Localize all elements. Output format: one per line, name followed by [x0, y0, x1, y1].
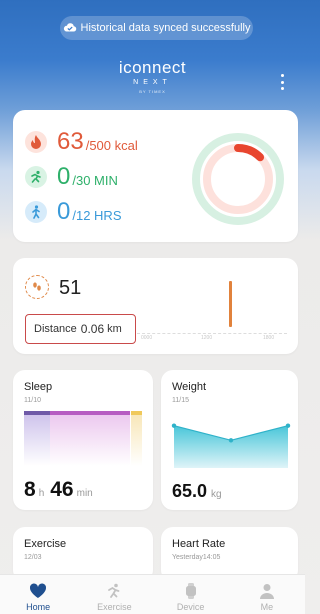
sleep-minutes-unit: min [76, 488, 93, 499]
steps-axis-tick: 0000 [141, 335, 153, 341]
steps-bar [229, 281, 232, 327]
weight-reading: 65.0 kg [172, 481, 222, 502]
weight-title: Weight [172, 381, 207, 393]
distance-value: 0.06 [80, 322, 105, 336]
sleep-card[interactable]: Sleep 11/10 8 h 46 min [13, 370, 153, 510]
sync-status-toast: Historical data synced successfully [60, 16, 253, 40]
sleep-duration: 8 h 46 min [24, 478, 99, 502]
sleep-title: Sleep [24, 381, 53, 393]
distance-unit: km [107, 323, 122, 335]
app-logo: iconnect NEXT BY TIMEX [0, 58, 305, 94]
weight-card[interactable]: Weight 11/15 65.0 kg [161, 370, 298, 510]
person-icon [257, 582, 277, 600]
cloud-check-icon [63, 23, 76, 32]
steps-value: 51 [59, 277, 82, 299]
sleep-minutes: 46 [50, 478, 74, 501]
steps-axis-tick: 1800 [263, 335, 275, 341]
logo-by: BY TIMEX [139, 89, 166, 94]
tab-device-label: Device [176, 602, 205, 612]
weight-trend-chart [171, 423, 291, 468]
weight-unit: kg [211, 489, 222, 500]
heart-rate-title: Heart Rate [172, 538, 226, 550]
walking-icon [25, 201, 47, 223]
tab-home-label: Home [26, 602, 51, 612]
exercise-metric: 0 /30 MIN [25, 165, 118, 189]
weight-point [285, 423, 291, 428]
steps-card[interactable]: 51 0000 1200 1800 Distance 0.06 km [13, 258, 298, 354]
hours-goal: /12 HRS [72, 207, 122, 223]
calories-value: 63 [57, 128, 84, 155]
weight-date: 11/15 [172, 397, 189, 404]
calories-goal: /500 kcal [85, 137, 138, 153]
steps-chart-baseline [137, 333, 287, 334]
weight-value: 65.0 [172, 481, 208, 501]
logo-name: iconnect [118, 58, 187, 77]
activity-rings [192, 133, 284, 225]
steps-axis-tick: 1200 [201, 335, 213, 341]
runner-icon [104, 582, 124, 600]
tab-exercise-label: Exercise [97, 602, 132, 612]
flame-icon [25, 131, 47, 153]
sync-status-text: Historical data synced successfully [80, 22, 251, 34]
tab-device[interactable]: Device [153, 575, 229, 614]
calories-ring-arc [234, 144, 265, 162]
calories-metric: 63 /500 kcal [25, 130, 138, 154]
sleep-hours: 8 [24, 478, 36, 501]
watch-icon [181, 582, 201, 600]
weight-point [171, 423, 177, 428]
exercise-value: 0 [57, 163, 71, 190]
logo-sub: NEXT [133, 79, 172, 86]
distance-box: Distance 0.06 km [25, 314, 136, 344]
activity-card[interactable]: 63 /500 kcal 0 /30 MIN 0 /12 HRS [13, 110, 298, 242]
tab-home[interactable]: Home [0, 575, 76, 614]
tab-exercise[interactable]: Exercise [76, 575, 152, 614]
bottom-tab-bar: Home Exercise Device Me [0, 574, 305, 614]
exercise-title: Exercise [24, 538, 67, 550]
footsteps-icon [25, 275, 49, 299]
sleep-hours-unit: h [38, 488, 45, 499]
exercise-goal: /30 MIN [72, 172, 118, 188]
more-menu-icon[interactable] [276, 72, 288, 92]
weight-area [174, 425, 288, 468]
running-icon [25, 166, 47, 188]
distance-label: Distance [34, 323, 77, 335]
hours-value: 0 [57, 198, 71, 225]
hours-metric: 0 /12 HRS [25, 200, 122, 224]
tab-me-label: Me [260, 602, 274, 612]
sleep-date: 11/10 [24, 397, 41, 404]
tab-me[interactable]: Me [229, 575, 305, 614]
weight-point [228, 438, 234, 443]
heart-rate-date: Yesterday14:05 [172, 554, 221, 561]
sleep-stage-chart [24, 411, 142, 466]
heart-icon [28, 582, 48, 600]
exercise-date: 12/03 [24, 554, 42, 561]
